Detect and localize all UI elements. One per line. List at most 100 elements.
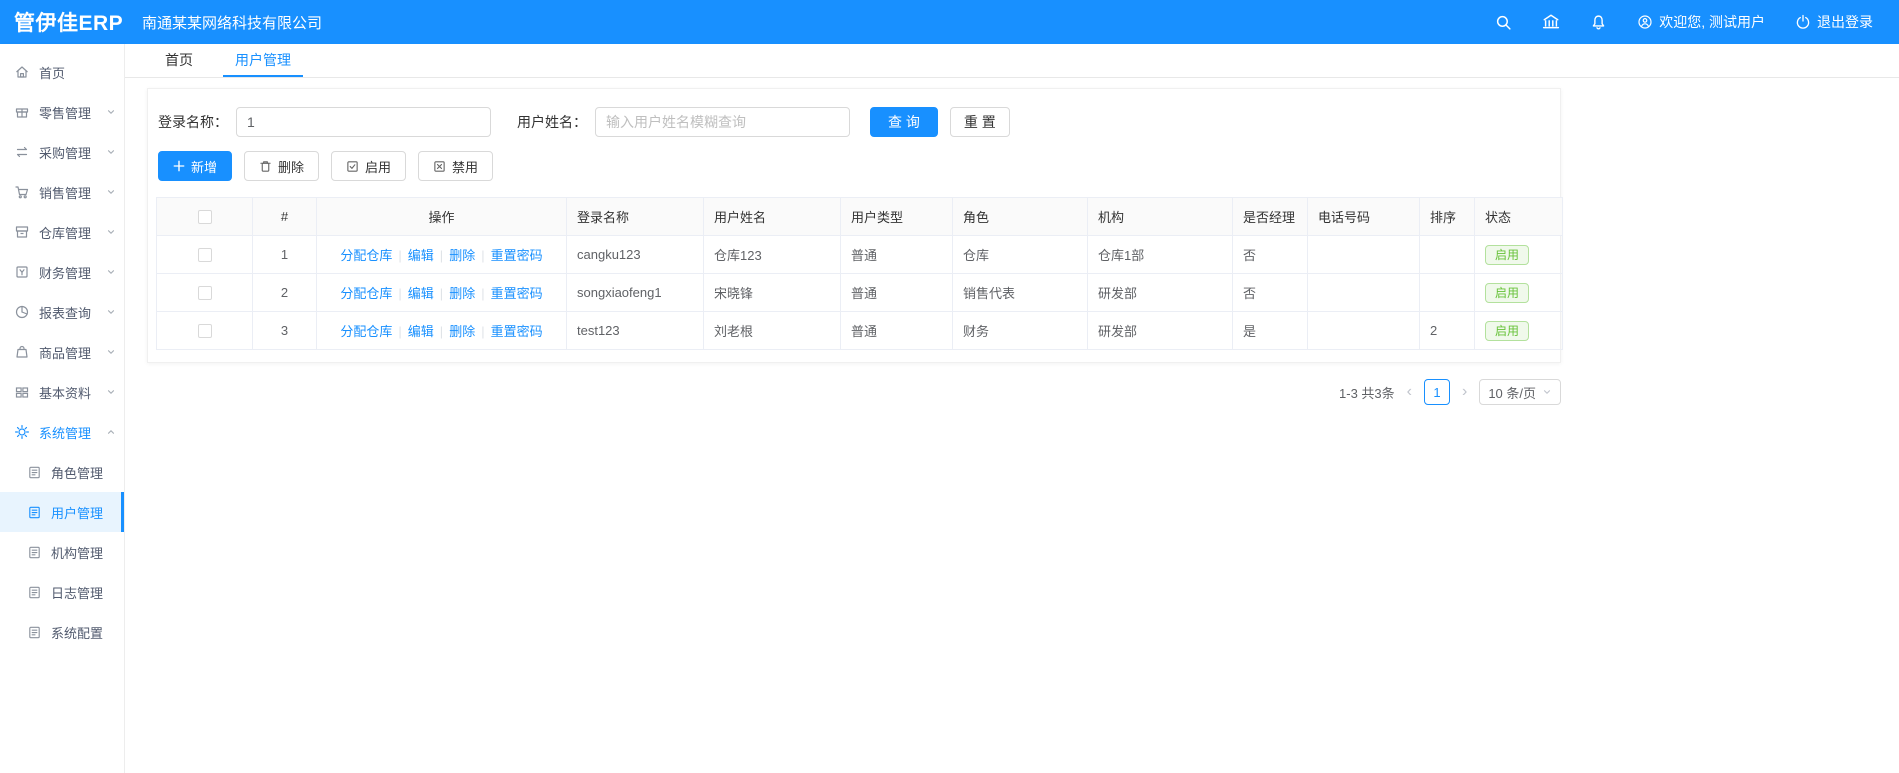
home-icon xyxy=(14,64,30,80)
row-ops: 分配仓库 | 编辑 | 删除 | 重置密码 xyxy=(316,311,567,350)
cell-status: 启用 xyxy=(1474,235,1563,274)
company-name: 南通某某网络科技有限公司 xyxy=(142,14,323,32)
tab-home[interactable]: 首页 xyxy=(153,44,205,77)
user-circle-icon xyxy=(1638,15,1652,29)
sidebar-item-reports[interactable]: 报表查询 xyxy=(0,292,124,332)
cell-phone xyxy=(1307,235,1420,274)
delete-button[interactable]: 删除 xyxy=(244,151,320,181)
prev-page-button[interactable]: ‹ xyxy=(1407,384,1412,400)
cell-org: 研发部 xyxy=(1087,273,1233,312)
assign-warehouse-link[interactable]: 分配仓库 xyxy=(340,324,392,339)
sidebar-item-sales[interactable]: 销售管理 xyxy=(0,172,124,212)
bell-icon[interactable] xyxy=(1590,14,1607,31)
tab-user-mgmt[interactable]: 用户管理 xyxy=(223,44,303,77)
login-name-label: 登录名称： xyxy=(158,114,228,130)
enable-button[interactable]: 启用 xyxy=(331,151,407,181)
purchase-icon xyxy=(14,144,30,160)
sidebar: 首页 零售管理 采购管理 销售管理 仓库管理 财务管理 报表查询 商品管理 基本… xyxy=(0,44,125,773)
search-icon[interactable] xyxy=(1495,14,1512,31)
doc-icon xyxy=(27,505,42,520)
welcome-user[interactable]: 欢迎您, 测试用户 xyxy=(1637,12,1765,32)
edit-link[interactable]: 编辑 xyxy=(408,324,434,339)
disable-button[interactable]: 禁用 xyxy=(418,151,494,181)
doc-icon xyxy=(27,625,42,640)
search-form: 登录名称： 用户姓名： 查 询 重 置 xyxy=(158,107,1552,137)
col-org: 机构 xyxy=(1087,197,1233,236)
reset-password-link[interactable]: 重置密码 xyxy=(491,248,543,263)
chevron-down-icon xyxy=(106,267,116,277)
sidebar-item-goods[interactable]: 商品管理 xyxy=(0,332,124,372)
pagination: 1-3 共3条 ‹ 1 › 10 条/页 xyxy=(147,379,1561,405)
sidebar-item-label: 日志管理 xyxy=(51,585,104,601)
row-checkbox[interactable] xyxy=(197,248,212,263)
add-button[interactable]: 新增 xyxy=(158,151,233,181)
sidebar-item-label: 采购管理 xyxy=(39,145,92,161)
doc-icon xyxy=(27,545,42,560)
row-ops: 分配仓库 | 编辑 | 删除 | 重置密码 xyxy=(316,273,567,312)
enable-button-label: 启用 xyxy=(365,159,392,175)
status-badge: 启用 xyxy=(1485,244,1530,265)
login-name-input[interactable] xyxy=(236,107,491,137)
logout-button[interactable]: 退出登录 xyxy=(1795,12,1873,32)
cell-sort xyxy=(1419,273,1475,312)
delete-button-label: 删除 xyxy=(278,159,305,175)
sidebar-item-retail[interactable]: 零售管理 xyxy=(0,92,124,132)
reset-password-link[interactable]: 重置密码 xyxy=(491,324,543,339)
col-login: 登录名称 xyxy=(566,197,704,236)
sidebar-item-label: 系统管理 xyxy=(39,425,92,441)
query-button[interactable]: 查 询 xyxy=(870,107,938,137)
cell-org: 研发部 xyxy=(1087,311,1233,350)
sidebar-item-home[interactable]: 首页 xyxy=(0,52,124,92)
sidebar-item-user-mgmt[interactable]: 用户管理 xyxy=(0,492,124,532)
cell-role: 财务 xyxy=(952,311,1088,350)
assign-warehouse-link[interactable]: 分配仓库 xyxy=(340,248,392,263)
page-size-select[interactable]: 10 条/页 xyxy=(1479,379,1561,405)
row-index: 2 xyxy=(252,273,317,312)
sidebar-item-log-mgmt[interactable]: 日志管理 xyxy=(0,572,124,612)
sidebar-item-label: 报表查询 xyxy=(39,305,92,321)
user-name-input[interactable] xyxy=(595,107,850,137)
cell-type: 普通 xyxy=(840,273,953,312)
chevron-up-icon xyxy=(106,427,116,437)
pagination-total: 1-3 共3条 xyxy=(1339,385,1395,401)
page-number-button[interactable]: 1 xyxy=(1423,379,1450,405)
select-all-checkbox[interactable] xyxy=(197,210,212,225)
cell-org: 仓库1部 xyxy=(1087,235,1233,274)
row-checkbox[interactable] xyxy=(197,324,212,339)
delete-link[interactable]: 删除 xyxy=(449,248,475,263)
table-header-row: # 操作 登录名称 用户姓名 用户类型 角色 机构 是否经理 电话号码 排序 状… xyxy=(156,197,1563,236)
sidebar-item-basic-data[interactable]: 基本资料 xyxy=(0,372,124,412)
sidebar-item-system-config[interactable]: 系统配置 xyxy=(0,612,124,652)
assign-warehouse-link[interactable]: 分配仓库 xyxy=(340,286,392,301)
sidebar-item-label: 财务管理 xyxy=(39,265,92,281)
row-index: 3 xyxy=(252,311,317,350)
reset-password-link[interactable]: 重置密码 xyxy=(491,286,543,301)
delete-link[interactable]: 删除 xyxy=(449,324,475,339)
delete-link[interactable]: 删除 xyxy=(449,286,475,301)
sidebar-item-system[interactable]: 系统管理 xyxy=(0,412,124,452)
sidebar-item-finance[interactable]: 财务管理 xyxy=(0,252,124,292)
bank-icon[interactable] xyxy=(1542,13,1560,31)
chevron-down-icon xyxy=(106,147,116,157)
table-row: 2 分配仓库 | 编辑 | 删除 | 重置密码 songxiaofeng1 宋晓锋 普通 销… xyxy=(156,273,1563,312)
sidebar-item-label: 机构管理 xyxy=(51,545,104,561)
edit-link[interactable]: 编辑 xyxy=(408,248,434,263)
status-badge: 启用 xyxy=(1485,320,1530,341)
action-toolbar: 新增 删除 启用 禁用 xyxy=(158,151,1552,181)
edit-link[interactable]: 编辑 xyxy=(408,286,434,301)
finance-icon xyxy=(14,264,30,280)
page-size-value: 10 条/页 xyxy=(1488,385,1536,401)
chevron-down-icon xyxy=(106,347,116,357)
warehouse-icon xyxy=(14,224,30,240)
next-page-button[interactable]: › xyxy=(1462,384,1467,400)
table-row: 3 分配仓库 | 编辑 | 删除 | 重置密码 test123 刘老根 普通 财务 研发部 … xyxy=(156,311,1563,350)
retail-icon xyxy=(14,104,30,120)
report-pie-icon xyxy=(14,304,30,320)
goods-bag-icon xyxy=(14,344,30,360)
sidebar-item-org-mgmt[interactable]: 机构管理 xyxy=(0,532,124,572)
row-checkbox[interactable] xyxy=(197,286,212,301)
sidebar-item-purchase[interactable]: 采购管理 xyxy=(0,132,124,172)
sidebar-item-role-mgmt[interactable]: 角色管理 xyxy=(0,452,124,492)
sidebar-item-warehouse[interactable]: 仓库管理 xyxy=(0,212,124,252)
reset-button[interactable]: 重 置 xyxy=(949,107,1010,137)
